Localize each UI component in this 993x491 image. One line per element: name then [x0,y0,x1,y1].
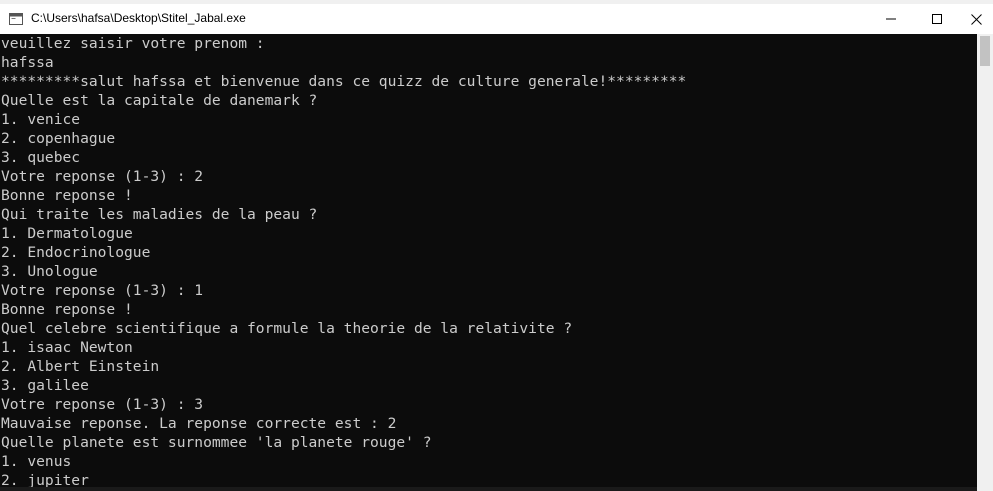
window-title: C:\Users\hafsa\Desktop\Stitel_Jabal.exe [31,11,246,25]
console-line: Votre reponse (1-3) : 2 [1,168,204,185]
console-line: Quelle est la capitale de danemark ? [1,92,318,109]
console-line: Bonne reponse ! [1,187,133,204]
minimize-icon [886,18,896,20]
console-line: Bonne reponse ! [1,301,133,318]
console-line: 1. Dermatologue [1,225,133,242]
close-icon [971,13,982,25]
console-line: veuillez saisir votre prenom : [1,35,265,52]
console-line: Quelle planete est surnommee 'la planete… [1,434,432,451]
console-line: 1. isaac Newton [1,339,133,356]
console-bottom-edge [0,487,977,491]
minimize-button[interactable] [868,4,914,34]
console-line: *********salut hafssa et bienvenue dans … [1,73,687,90]
console-line: Mauvaise reponse. La reponse correcte es… [1,415,397,432]
title-bar[interactable]: C:\Users\hafsa\Desktop\Stitel_Jabal.exe [0,4,993,34]
console-line: 3. galilee [1,377,89,394]
console-line: hafssa [1,54,54,71]
console-line: 2. Albert Einstein [1,358,160,375]
console-output[interactable]: veuillez saisir votre prenom : hafssa **… [0,34,977,491]
maximize-icon [932,14,942,24]
console-line: Quel celebre scientifique a formule la t… [1,320,573,337]
console-line: 3. quebec [1,149,81,166]
console-line: Votre reponse (1-3) : 3 [1,396,204,413]
scrollbar-thumb[interactable] [980,36,990,66]
console-line: 2. Endocrinologue [1,244,151,261]
close-button[interactable] [960,4,993,34]
console-line: 1. venice [1,111,81,128]
console-line: Qui traite les maladies de la peau ? [1,206,318,223]
console-line: Votre reponse (1-3) : 1 [1,282,204,299]
console-line: 1. venus [1,453,72,470]
console-line: 2. copenhague [1,130,116,147]
vertical-scrollbar[interactable] [977,34,993,491]
console-line: 3. Unologue [1,263,98,280]
console-app-icon [9,12,23,25]
maximize-button[interactable] [914,4,960,34]
